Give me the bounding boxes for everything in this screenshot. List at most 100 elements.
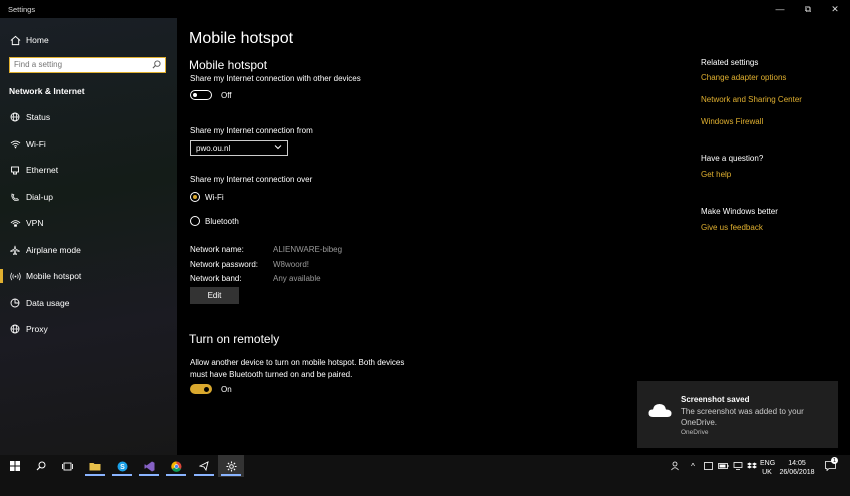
- title-bar[interactable]: Settings — ⧉ ✕: [0, 0, 850, 18]
- sidebar-item-mobile-hotspot[interactable]: Mobile hotspot: [0, 265, 177, 287]
- action-center-button[interactable]: 1: [820, 455, 840, 477]
- minimize-button[interactable]: —: [765, 0, 795, 18]
- sidebar-item-dialup[interactable]: Dial-up: [0, 186, 177, 208]
- question-heading: Have a question?: [701, 154, 764, 163]
- sidebar-item-vpn[interactable]: VPN: [0, 212, 177, 234]
- search-input[interactable]: [10, 58, 153, 71]
- home-icon: [9, 34, 21, 46]
- visual-studio-icon[interactable]: [136, 455, 162, 477]
- sidebar-item-data-usage[interactable]: Data usage: [0, 292, 177, 314]
- network-icon[interactable]: [731, 455, 745, 477]
- sidebar-item-label: Wi-Fi: [26, 139, 46, 149]
- vpn-icon: [9, 217, 21, 229]
- edit-button[interactable]: Edit: [190, 287, 239, 304]
- sidebar-item-label: Dial-up: [26, 192, 53, 202]
- toggle-knob: [193, 92, 197, 97]
- globe-icon: [9, 323, 21, 335]
- section-title: Network & Internet: [9, 86, 85, 96]
- remote-description-line2: must have Bluetooth turned on and be pai…: [190, 370, 353, 379]
- home-nav-item[interactable]: Home: [0, 29, 177, 51]
- notification-toast[interactable]: Screenshot saved The screenshot was adde…: [637, 381, 838, 448]
- chevron-up-icon[interactable]: ^: [686, 455, 700, 477]
- toast-body: The screenshot was added to your OneDriv…: [681, 407, 804, 427]
- radio-bluetooth-label: Bluetooth: [205, 217, 239, 226]
- windows-firewall-link[interactable]: Windows Firewall: [701, 117, 763, 126]
- globe-icon: [9, 111, 21, 123]
- battery-icon[interactable]: [716, 455, 730, 477]
- turn-on-remotely-heading: Turn on remotely: [189, 332, 280, 346]
- skype-icon[interactable]: S: [109, 455, 135, 477]
- wifi-icon: [9, 138, 21, 150]
- share-description: Share my Internet connection with other …: [190, 74, 361, 83]
- sidebar-item-label: VPN: [26, 218, 44, 228]
- sidebar-item-proxy[interactable]: Proxy: [0, 318, 177, 340]
- network-band-label: Network band:: [190, 274, 242, 283]
- network-password-value: W8woord!: [273, 260, 310, 269]
- sidebar-item-label: Proxy: [26, 324, 48, 334]
- toast-title: Screenshot saved: [681, 395, 750, 404]
- notification-badge: 1: [831, 457, 838, 464]
- start-button[interactable]: [2, 455, 28, 477]
- gear-icon: [225, 460, 237, 472]
- language-line2: UK: [762, 469, 772, 476]
- network-name-label: Network name:: [190, 245, 244, 254]
- sidebar-item-airplane-mode[interactable]: Airplane mode: [0, 239, 177, 261]
- hotspot-heading: Mobile hotspot: [189, 58, 268, 72]
- people-icon[interactable]: [667, 455, 685, 477]
- sidebar-item-label: Airplane mode: [26, 245, 81, 255]
- chevron-down-icon: [274, 143, 282, 153]
- radio-wifi[interactable]: [190, 192, 200, 202]
- home-label: Home: [26, 35, 49, 45]
- window-title: Settings: [8, 5, 36, 14]
- remote-toggle-state: On: [221, 385, 232, 394]
- restore-button[interactable]: ⧉: [793, 0, 823, 18]
- remote-description-line1: Allow another device to turn on mobile h…: [190, 358, 405, 367]
- cloud-icon: [647, 401, 673, 421]
- ethernet-icon: [9, 164, 21, 176]
- airplane-icon: [9, 244, 21, 256]
- toast-source: OneDrive: [681, 429, 709, 436]
- app-icon[interactable]: [191, 455, 217, 477]
- sidebar-item-label: Mobile hotspot: [26, 271, 82, 281]
- search-icon[interactable]: [28, 455, 54, 477]
- sidebar-item-label: Status: [26, 112, 51, 122]
- share-over-label: Share my Internet connection over: [190, 175, 313, 184]
- close-button[interactable]: ✕: [820, 0, 850, 18]
- sidebar-item-label: Data usage: [26, 298, 70, 308]
- windows-logo-icon: [10, 461, 20, 471]
- share-from-value: pwo.ou.nl: [196, 144, 231, 153]
- task-view-icon[interactable]: [54, 455, 80, 477]
- search-box[interactable]: [9, 57, 166, 73]
- network-password-label: Network password:: [190, 260, 259, 269]
- sidebar-item-label: Ethernet: [26, 165, 59, 175]
- sidebar-item-ethernet[interactable]: Ethernet: [0, 159, 177, 181]
- clock-date: 26/06/2018: [779, 469, 815, 476]
- dropbox-icon[interactable]: [745, 455, 759, 477]
- radio-bluetooth[interactable]: [190, 216, 200, 226]
- taskbar: S ^ ENG UK 14:05 26/06/2018 1: [0, 455, 850, 496]
- hotspot-toggle[interactable]: [190, 90, 212, 100]
- network-sharing-center-link[interactable]: Network and Sharing Center: [701, 95, 802, 104]
- clock-time: 14:05: [788, 460, 806, 467]
- change-adapter-options-link[interactable]: Change adapter options: [701, 73, 786, 82]
- make-windows-better-heading: Make Windows better: [701, 207, 778, 216]
- sidebar-item-wifi[interactable]: Wi-Fi: [0, 133, 177, 155]
- network-name-value: ALIENWARE-bibeg: [273, 245, 343, 254]
- file-explorer-icon[interactable]: [82, 455, 108, 477]
- svg-text:S: S: [120, 464, 125, 471]
- sidebar-item-status[interactable]: Status: [0, 106, 177, 128]
- tray-app-icon[interactable]: [701, 455, 715, 477]
- toggle-knob: [204, 386, 209, 392]
- remote-toggle[interactable]: [190, 384, 212, 394]
- give-feedback-link[interactable]: Give us feedback: [701, 223, 763, 232]
- dialup-icon: [9, 191, 21, 203]
- language-indicator[interactable]: ENG UK: [760, 459, 775, 477]
- sidebar: Home Network & Internet Status Wi-Fi: [0, 18, 177, 455]
- share-from-dropdown[interactable]: pwo.ou.nl: [190, 140, 288, 156]
- search-icon[interactable]: [152, 60, 161, 71]
- clock[interactable]: 14:05 26/06/2018: [778, 459, 816, 477]
- chrome-icon[interactable]: [163, 455, 189, 477]
- get-help-link[interactable]: Get help: [701, 170, 731, 179]
- settings-app-icon[interactable]: [218, 455, 244, 477]
- radio-wifi-label: Wi-Fi: [205, 193, 224, 202]
